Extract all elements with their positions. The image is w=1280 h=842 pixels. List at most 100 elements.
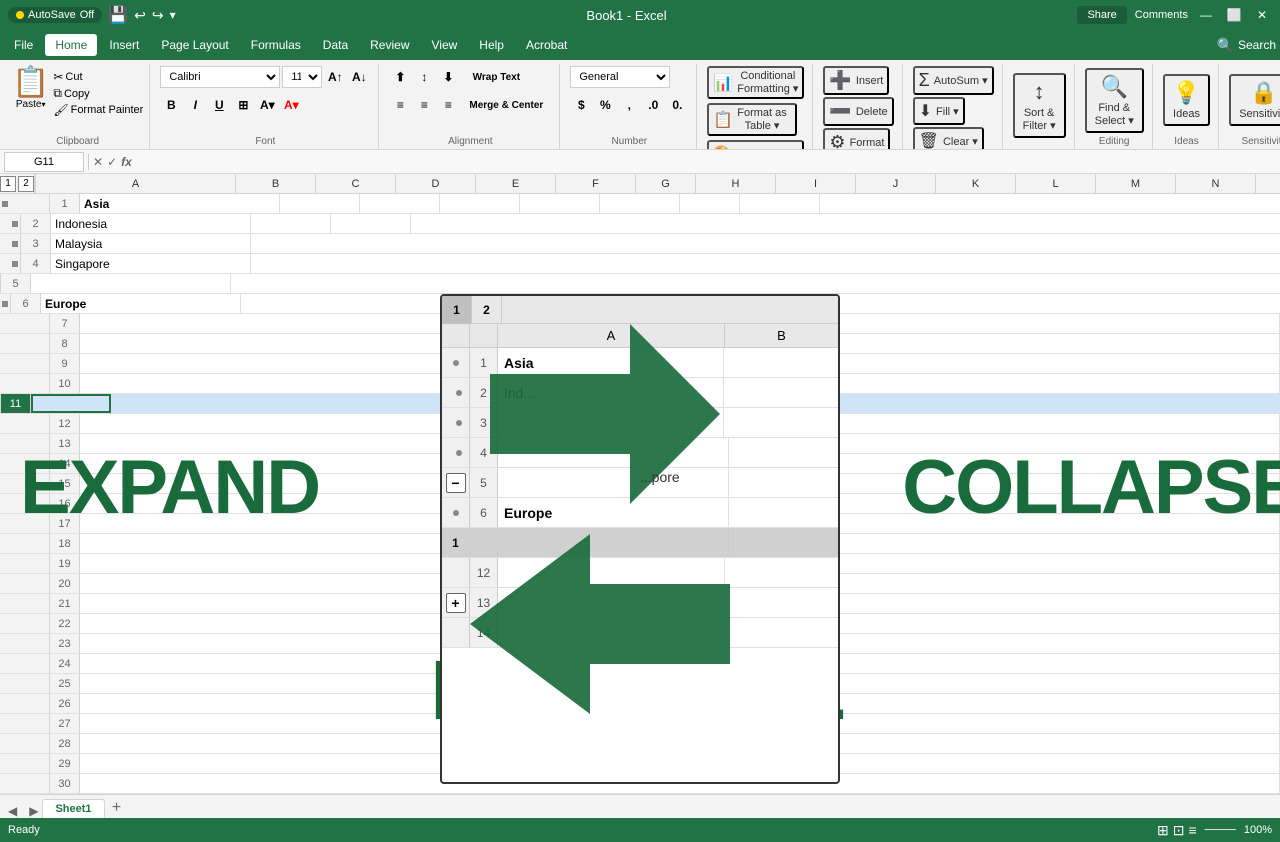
row-num-5[interactable]: 5 [1,274,31,293]
cell-rest5[interactable] [231,274,1280,293]
row-num-18[interactable]: 18 [50,534,80,553]
row-num-8[interactable]: 8 [50,334,80,353]
popup-cell-a5[interactable] [498,468,729,497]
minimize-button[interactable]: — [1196,5,1216,25]
align-top-button[interactable]: ⬆ [389,66,411,88]
row-num-9[interactable]: 9 [50,354,80,373]
popup-cell-a6[interactable]: Europe [498,498,729,527]
col-header-e[interactable]: E [476,174,556,193]
menu-page-layout[interactable]: Page Layout [151,34,238,56]
cell-a2[interactable]: Indonesia [51,214,251,233]
cell-a1[interactable]: Asia [80,194,280,213]
row-num-15[interactable]: 15 [50,474,80,493]
col-header-c[interactable]: C [316,174,396,193]
menu-data[interactable]: Data [313,34,358,56]
level-1-button[interactable]: 1 [442,296,472,324]
cancel-formula-icon[interactable]: ✕ [93,155,103,169]
cell-a6[interactable]: Europe [41,294,241,313]
cell-f1[interactable] [600,194,680,213]
col-header-l[interactable]: L [1016,174,1096,193]
popup-cell-a2[interactable]: Ind... [498,378,724,407]
popup-cell-b13[interactable] [725,588,838,617]
autosum-button[interactable]: ΣAutoSum ▾ [913,66,994,95]
conditional-formatting-button[interactable]: 📊ConditionalFormatting ▾ [707,66,804,99]
cell-a3[interactable]: Malaysia [51,234,251,253]
font-color-button[interactable]: A▾ [280,94,302,116]
insert-function-icon[interactable]: fx [121,155,132,169]
col-header-f[interactable]: F [556,174,636,193]
col-header-j[interactable]: J [856,174,936,193]
popup-rownum-6[interactable]: 6 [470,498,498,527]
normal-view-button[interactable]: ⊞ [1157,822,1169,839]
col-header-b[interactable]: B [236,174,316,193]
format-cells-button[interactable]: ⚙Format [823,128,890,150]
row-num-3[interactable]: 3 [21,234,51,253]
font-name-select[interactable]: Calibri [160,66,280,88]
cell-c1[interactable] [360,194,440,213]
col-header-o[interactable]: O [1256,174,1280,193]
align-left-button[interactable]: ≡ [389,94,411,116]
outline-level-1[interactable]: 1 [0,176,16,192]
popup-rownum-13[interactable]: 13 [470,588,498,617]
cell-d1[interactable] [440,194,520,213]
popup-cell-b1[interactable] [724,348,838,377]
popup-cell-b14[interactable] [725,618,838,647]
row-num-27[interactable]: 27 [50,714,80,733]
merge-center-button[interactable]: Merge & Center [461,94,551,116]
restore-button[interactable]: ⬜ [1224,5,1244,25]
cell-g1[interactable] [680,194,740,213]
minus-collapse-button[interactable]: − [446,473,466,493]
underline-button[interactable]: U [208,94,230,116]
popup-rownum-14[interactable]: 14 [470,618,498,647]
popup-rownum-5[interactable]: 5 [470,468,498,497]
menu-insert[interactable]: Insert [99,34,149,56]
share-button[interactable]: Share [1077,6,1126,24]
confirm-formula-icon[interactable]: ✓ [107,155,117,169]
clear-button[interactable]: 🗑Clear ▾ [913,127,984,150]
popup-cell-a1[interactable]: Asia [498,348,724,377]
cell-a4[interactable]: Singapore [51,254,251,273]
add-sheet-button[interactable]: + [107,798,127,818]
cell-h1[interactable] [740,194,820,213]
save-icon[interactable]: 💾 [108,5,128,25]
level-2-button[interactable]: 2 [472,296,502,324]
menu-view[interactable]: View [422,34,468,56]
increase-decimal-button[interactable]: .0 [642,94,664,116]
row-num-25[interactable]: 25 [50,674,80,693]
menu-review[interactable]: Review [360,34,419,56]
align-center-button[interactable]: ≡ [413,94,435,116]
popup-rownum-1[interactable]: 1 [470,348,498,377]
popup-cell-a3[interactable] [498,408,724,437]
row-num-17[interactable]: 17 [50,514,80,533]
col-header-i[interactable]: I [776,174,856,193]
row-num-13[interactable]: 13 [50,434,80,453]
comments-button[interactable]: Comments [1135,9,1188,21]
row-num-2[interactable]: 2 [21,214,51,233]
close-button[interactable]: ✕ [1252,5,1272,25]
col-header-d[interactable]: D [396,174,476,193]
paste-button[interactable]: 📋 Paste ▾ [12,66,49,110]
popup-cell-b12[interactable] [725,558,838,587]
scroll-left-sheets[interactable]: ◀ [4,804,21,818]
popup-rownum-2[interactable]: 2 [470,378,498,407]
popup-cell-a14[interactable] [498,618,725,647]
row-num-26[interactable]: 26 [50,694,80,713]
format-painter-button[interactable]: 🖌 Format Painter [53,103,143,117]
row-num-6[interactable]: 6 [11,294,41,313]
plus-expand-button[interactable]: + [446,593,466,613]
align-middle-button[interactable]: ↕ [413,66,435,88]
row-num-1[interactable]: 1 [50,194,80,213]
cell-rest2[interactable] [411,214,1280,233]
menu-file[interactable]: File [4,34,43,56]
menu-home[interactable]: Home [45,34,97,56]
autosave-toggle[interactable]: AutoSave Off [8,7,102,23]
zoom-level[interactable]: 100% [1244,824,1272,836]
sort-filter-button[interactable]: ↕ Sort &Filter ▾ [1013,73,1066,138]
wrap-text-button[interactable]: Wrap Text [461,66,531,88]
col-header-h[interactable]: H [696,174,776,193]
row-num-30[interactable]: 30 [50,774,80,793]
align-right-button[interactable]: ≡ [437,94,459,116]
insert-cells-button[interactable]: ➕Insert [823,66,889,95]
copy-button[interactable]: ⧉ Copy [53,86,143,101]
row-num-29[interactable]: 29 [50,754,80,773]
